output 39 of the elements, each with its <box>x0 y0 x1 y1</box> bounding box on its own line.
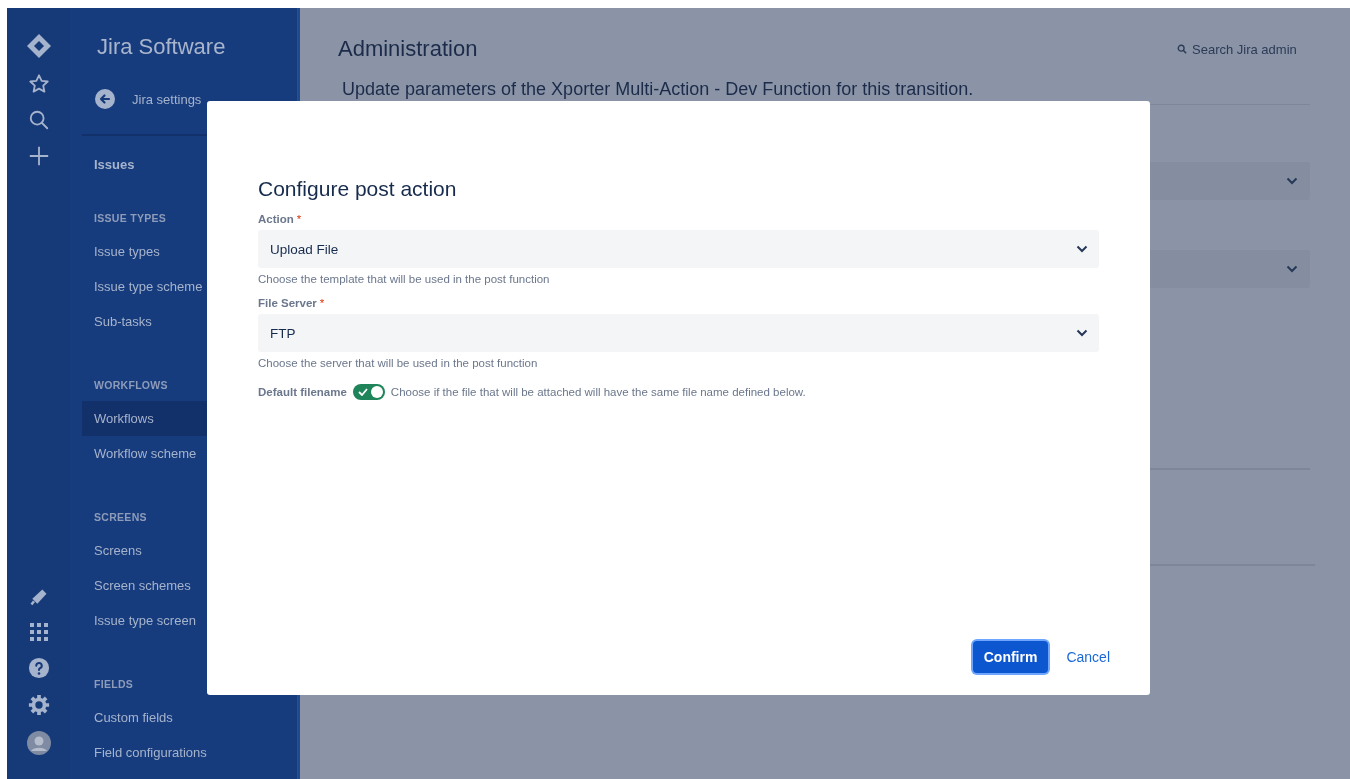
avatar-icon[interactable] <box>26 731 51 755</box>
section-title: SCREENS <box>94 511 147 523</box>
required-mark: * <box>296 213 302 225</box>
confirm-button[interactable]: Confirm <box>972 641 1049 673</box>
section-title: WORKFLOWS <box>94 379 168 391</box>
field-label: File Server <box>258 297 317 309</box>
plus-icon[interactable] <box>27 145 50 167</box>
app-grid-icon[interactable] <box>28 622 49 642</box>
search-icon <box>1177 44 1187 54</box>
select-field[interactable]: Upload File <box>258 230 1099 268</box>
back-link[interactable]: Jira settings <box>132 91 202 107</box>
search-field[interactable]: Search Jira admin <box>1177 41 1310 57</box>
diamond-logo-icon[interactable] <box>25 33 52 59</box>
product-name: Jira Software <box>97 34 227 60</box>
required-mark: * <box>319 297 325 309</box>
section-title: ISSUE TYPES <box>94 212 167 224</box>
check-icon <box>357 388 368 396</box>
help-icon[interactable] <box>27 657 50 679</box>
help-text: Choose the server that will be used in the post function <box>258 357 539 369</box>
chevron-down-icon <box>1286 265 1298 273</box>
sidebar-heading: Issues <box>94 157 136 172</box>
page-title: Administration <box>338 36 478 62</box>
sidebar-item[interactable]: Field configurations <box>82 735 297 770</box>
help-text: Choose the template that will be used in the post function <box>258 273 551 285</box>
cancel-link[interactable]: Cancel <box>1058 641 1118 673</box>
toggle-description: Choose if the file that will be attached will have the same file name defined below. <box>390 386 806 398</box>
toggle-label: Default filename <box>258 386 347 398</box>
chevron-down-icon <box>1286 177 1298 185</box>
chevron-down-icon <box>1076 329 1088 337</box>
search-icon[interactable] <box>27 109 50 131</box>
star-icon[interactable] <box>27 73 50 95</box>
chevron-down-icon <box>1076 245 1088 253</box>
settings-icon[interactable] <box>27 694 50 716</box>
dialog-title: Configure post action <box>258 177 458 201</box>
section-title: FIELDS <box>94 678 134 690</box>
field-label: Action <box>258 213 294 225</box>
toggle-switch[interactable] <box>352 384 385 400</box>
sidebar-item[interactable]: Custom fields <box>82 700 297 735</box>
select-field[interactable]: FTP <box>258 314 1099 352</box>
